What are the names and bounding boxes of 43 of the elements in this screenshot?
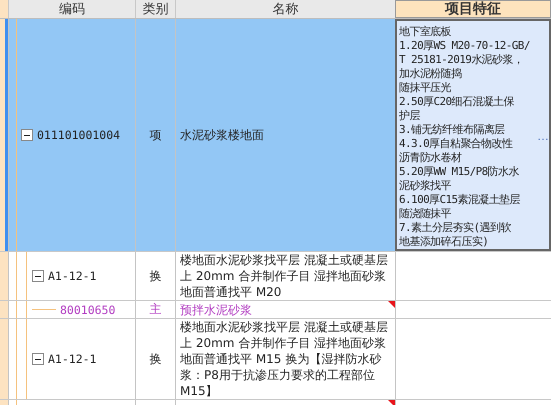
- collapse-toggle[interactable]: [32, 353, 44, 365]
- feature-line: 护层: [399, 109, 421, 123]
- row-type: 换: [150, 268, 162, 284]
- feature-line: 泥砂浆找平: [399, 179, 452, 193]
- feature-line: 5.20厚WW M15/P8防水水: [399, 165, 520, 179]
- column-header[interactable]: 类别: [135, 0, 175, 18]
- feature-line: 2.50厚C20细石混凝土保: [399, 95, 515, 109]
- feature-line: 7.素土分层夯实(遇到软: [399, 221, 512, 235]
- feature-line: 随抹平压光: [399, 81, 452, 95]
- feature-line: T 25181-2019水泥砂浆，: [399, 53, 524, 67]
- feature-line: 4.3.0厚自粘聚合物改性: [399, 137, 514, 151]
- feature-line: 沥青防水卷材: [399, 151, 463, 165]
- row-type: 主: [150, 301, 162, 318]
- row-type: 换: [150, 350, 162, 368]
- column-header[interactable]: 编码: [8, 0, 135, 18]
- table-row[interactable]: A1-12-1 换 楼地面水泥砂浆找平层 混凝土或硬基层上 20mm 合并制作子目 湿拌地面砂浆地面普通找平 M20: [0, 252, 551, 301]
- collapse-toggle[interactable]: [32, 270, 44, 282]
- row-code: 80010650: [60, 302, 116, 316]
- row-code: A1-12-1: [48, 269, 96, 283]
- column-header[interactable]: 项目特征: [395, 0, 551, 18]
- table-row[interactable]: 80010650 主 预拌水泥砂浆: [0, 301, 551, 319]
- collapse-toggle[interactable]: [21, 129, 33, 141]
- feature-line: 地基添加碎石压实): [399, 235, 490, 249]
- feature-line: 1.20厚WS M20-70-12-GB/: [399, 39, 530, 53]
- row-name: 楼地面水泥砂浆找平层 混凝土或硬基层上 20mm 合并制作子目 湿拌地面砂浆地面普通找平 M20: [180, 252, 389, 300]
- tree-line: [32, 309, 56, 310]
- corner-cell: [0, 0, 8, 18]
- item-type: 项: [150, 126, 162, 144]
- feature-line: 地下室底板: [399, 25, 452, 39]
- feature-line: 随浇随抹平: [399, 207, 452, 221]
- feature-editor[interactable]: 地下室底板 1.20厚WS M20-70-12-GB/ T 25181-2019水泥砂浆， 加水泥粉随捣 随抹平压光 2.50厚C20细石混凝土保 护层 3.铺无纺纤维布隔离层 4.3.0厚自粘聚合物改性 沥青防水卷材 5.20厚WW M15/P8防水水 泥砂浆找平 6.100厚C15素混凝土垫层 随浇随抹平 7.素土分层夯实(遇到软 地基添加碎石压实) …: [395, 19, 551, 251]
- row-name: 预拌水泥砂浆: [180, 302, 252, 318]
- more-button[interactable]: …: [537, 129, 549, 143]
- item-row[interactable]: [0, 19, 551, 252]
- feature-line: 3.铺无纺纤维布隔离层: [399, 123, 506, 137]
- table-row[interactable]: A1-12-1 换 楼地面水泥砂浆找平层 混凝土或硬基层上 20mm 合并制作子目 湿拌地面砂浆地面普通找平 M15 换为【湿拌防水砂浆：P8用于抗渗压力要求的工程部位 M15】: [0, 319, 551, 400]
- item-code: 011101001004: [37, 128, 120, 142]
- feature-line: 6.100厚C15素混凝土垫层: [399, 193, 521, 207]
- row-header[interactable]: [0, 19, 8, 251]
- row-name: 楼地面水泥砂浆找平层 混凝土或硬基层上 20mm 合并制作子目 湿拌地面砂浆地面普通找平 M15 换为【湿拌防水砂浆：P8用于抗渗压力要求的工程部位 M15】: [180, 319, 389, 399]
- feature-line: 加水泥粉随捣: [399, 67, 462, 81]
- item-name: 水泥砂浆楼地面: [180, 127, 264, 143]
- row-code: A1-12-1: [48, 352, 96, 366]
